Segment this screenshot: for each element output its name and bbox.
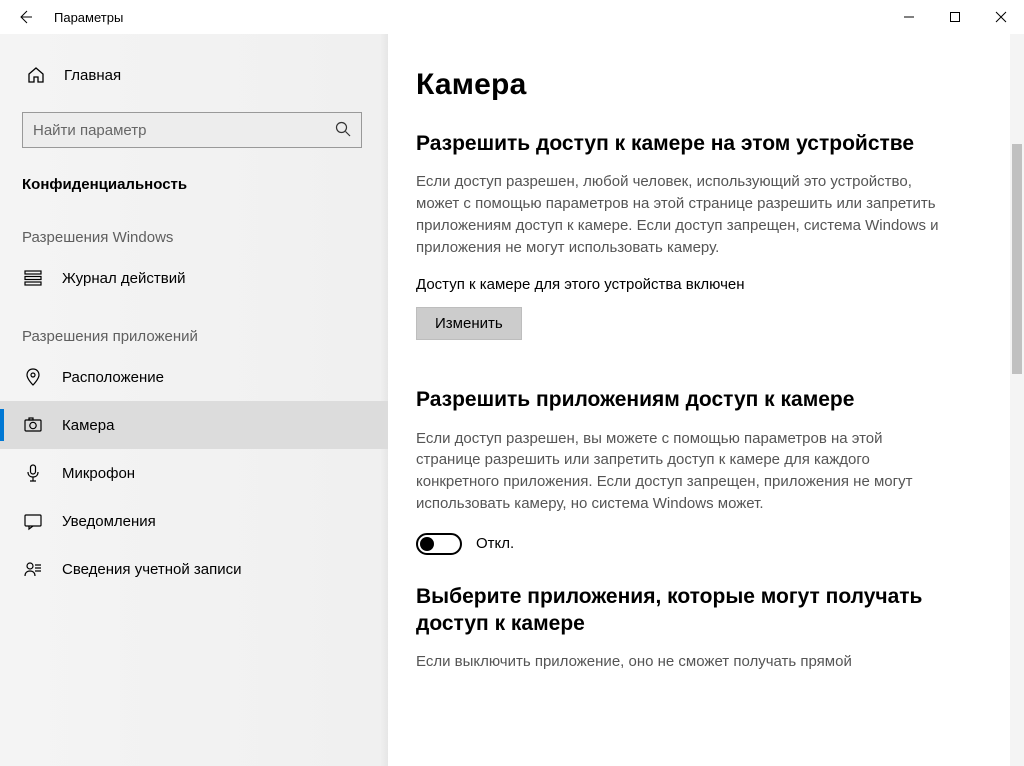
sidebar-home[interactable]: Главная	[0, 54, 388, 96]
sidebar-group-apps: Разрешения приложений	[0, 302, 388, 353]
maximize-button[interactable]	[932, 0, 978, 34]
minimize-icon	[903, 11, 915, 23]
sidebar-item-camera[interactable]: Камера	[0, 401, 388, 449]
section3-heading: Выберите приложения, которые могут получ…	[416, 583, 936, 638]
section3-text: Если выключить приложение, оно не сможет…	[416, 651, 946, 673]
account-info-icon	[22, 559, 44, 579]
microphone-icon	[22, 463, 44, 483]
maximize-icon	[949, 11, 961, 23]
window-title: Параметры	[54, 10, 123, 25]
section2-text: Если доступ разрешен, вы можете с помощь…	[416, 428, 946, 515]
sidebar-section-title: Конфиденциальность	[0, 158, 388, 203]
sidebar: Главная Конфиденциальность Разрешения Wi…	[0, 34, 388, 766]
change-button[interactable]: Изменить	[416, 307, 522, 340]
sidebar-item-location[interactable]: Расположение	[0, 353, 388, 401]
apps-access-toggle[interactable]	[416, 533, 462, 555]
sidebar-item-label: Сведения учетной записи	[62, 561, 242, 578]
sidebar-item-activity-history[interactable]: Журнал действий	[0, 254, 388, 302]
toggle-state-label: Откл.	[476, 535, 514, 552]
sidebar-item-notifications[interactable]: Уведомления	[0, 497, 388, 545]
titlebar: Параметры	[0, 0, 1024, 34]
search-box[interactable]	[22, 112, 362, 148]
section1-text: Если доступ разрешен, любой человек, исп…	[416, 171, 946, 258]
sidebar-item-label: Уведомления	[62, 513, 156, 530]
sidebar-item-label: Расположение	[62, 369, 164, 386]
sidebar-item-label: Журнал действий	[62, 270, 185, 287]
content-area: Камера Разрешить доступ к камере на этом…	[388, 34, 1024, 766]
camera-icon	[22, 415, 44, 435]
location-icon	[22, 367, 44, 387]
sidebar-item-account-info[interactable]: Сведения учетной записи	[0, 545, 388, 593]
sidebar-group-windows: Разрешения Windows	[0, 203, 388, 254]
notifications-icon	[22, 511, 44, 531]
sidebar-home-label: Главная	[64, 67, 121, 84]
vertical-scrollbar[interactable]	[1010, 34, 1024, 766]
camera-access-status: Доступ к камере для этого устройства вкл…	[416, 276, 984, 293]
close-icon	[995, 11, 1007, 23]
search-input[interactable]	[22, 112, 362, 148]
sidebar-item-label: Камера	[62, 417, 114, 434]
search-icon	[334, 120, 352, 138]
page-title: Камера	[416, 68, 984, 102]
minimize-button[interactable]	[886, 0, 932, 34]
toggle-knob	[420, 537, 434, 551]
scrollbar-thumb[interactable]	[1012, 144, 1022, 374]
sidebar-item-label: Микрофон	[62, 465, 135, 482]
section1-heading: Разрешить доступ к камере на этом устрой…	[416, 130, 984, 157]
home-icon	[26, 65, 46, 85]
sidebar-item-microphone[interactable]: Микрофон	[0, 449, 388, 497]
back-button[interactable]	[10, 2, 40, 32]
close-button[interactable]	[978, 0, 1024, 34]
arrow-left-icon	[17, 9, 33, 25]
settings-window: Параметры Главная	[0, 0, 1024, 766]
activity-history-icon	[22, 268, 44, 288]
section2-heading: Разрешить приложениям доступ к камере	[416, 386, 984, 413]
